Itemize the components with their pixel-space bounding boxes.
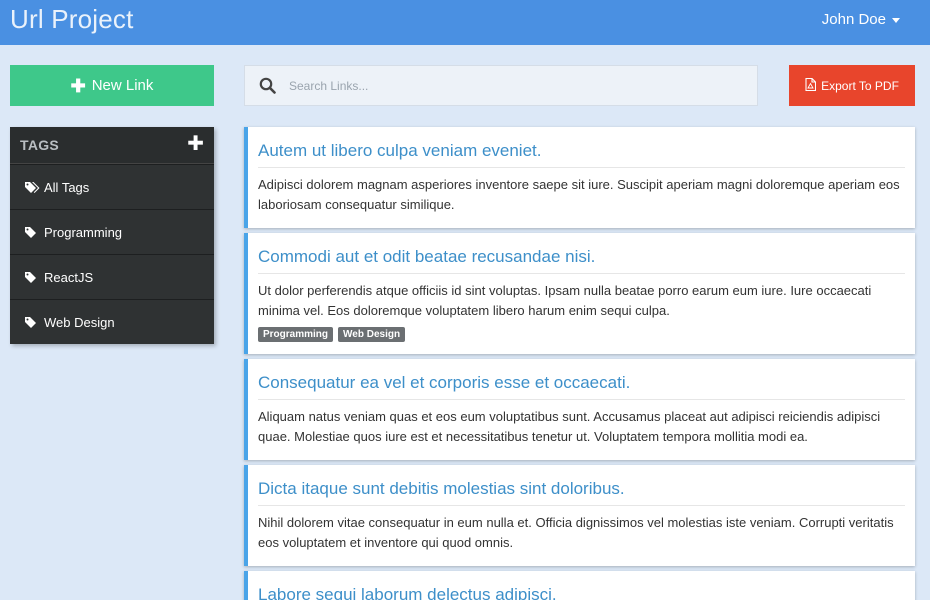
- pdf-file-icon: [805, 77, 817, 94]
- link-description: Nihil dolorem vitae consequatur in eum n…: [258, 515, 894, 550]
- link-card: Labore sequi laborum delectus adipisci.: [244, 571, 915, 600]
- link-title[interactable]: Consequatur ea vel et corporis esse et o…: [258, 359, 905, 400]
- link-title[interactable]: Labore sequi laborum delectus adipisci.: [258, 571, 905, 600]
- link-card: Commodi aut et odit beatae recusandae ni…: [244, 233, 915, 354]
- sidebar-item-label: Programming: [44, 224, 123, 240]
- sidebar-item-all-tags[interactable]: All Tags: [10, 164, 214, 209]
- search-box: [244, 65, 758, 106]
- new-link-label: New Link: [91, 77, 154, 94]
- user-menu-dropdown[interactable]: John Doe: [822, 11, 900, 28]
- link-card: Autem ut libero culpa veniam eveniet. Ad…: [244, 127, 915, 228]
- sidebar-item-web-design[interactable]: Web Design: [10, 299, 214, 344]
- add-tag-icon[interactable]: ✚: [187, 134, 204, 154]
- sidebar-item-label: ReactJS: [44, 269, 94, 285]
- link-tags: Programming Web Design: [258, 327, 905, 342]
- tags-title: TAGS: [20, 137, 60, 153]
- export-label: Export To PDF: [821, 78, 899, 93]
- caret-down-icon: [892, 18, 900, 23]
- tag-icon: [25, 270, 41, 284]
- user-name: John Doe: [821, 11, 886, 28]
- link-title[interactable]: Autem ut libero culpa veniam eveniet.: [258, 127, 905, 168]
- tag-badge[interactable]: Web Design: [338, 327, 406, 342]
- link-description: Adipisci dolorem magnam asperiores inven…: [258, 177, 900, 212]
- export-pdf-button[interactable]: Export To PDF: [789, 65, 915, 106]
- plus-icon: ✚: [70, 75, 86, 96]
- top-navbar: Url Project John Doe: [0, 0, 930, 45]
- brand-title[interactable]: Url Project: [10, 4, 134, 35]
- sidebar-item-programming[interactable]: Programming: [10, 209, 214, 254]
- sidebar-item-label: All Tags: [44, 179, 90, 195]
- link-card: Consequatur ea vel et corporis esse et o…: [244, 359, 915, 460]
- search-input[interactable]: [289, 78, 729, 93]
- sidebar-item-reactjs[interactable]: ReactJS: [10, 254, 214, 299]
- tags-panel: TAGS ✚ All Tags Programming ReactJS Web …: [10, 127, 214, 344]
- search-icon: [245, 77, 289, 94]
- link-card: Dicta itaque sunt debitis molestias sint…: [244, 465, 915, 566]
- new-link-button[interactable]: ✚ New Link: [10, 65, 214, 106]
- tag-icon: [25, 315, 41, 329]
- tags-header: TAGS ✚: [10, 127, 214, 164]
- link-title[interactable]: Commodi aut et odit beatae recusandae ni…: [258, 233, 905, 274]
- sidebar-item-label: Web Design: [44, 314, 115, 330]
- link-description: Aliquam natus veniam quas et eos eum vol…: [258, 409, 881, 444]
- tag-badge[interactable]: Programming: [258, 327, 334, 342]
- link-description: Ut dolor perferendis atque officiis id s…: [258, 283, 872, 318]
- tags-icon: [25, 180, 41, 194]
- tag-icon: [25, 225, 41, 239]
- link-title[interactable]: Dicta itaque sunt debitis molestias sint…: [258, 465, 905, 506]
